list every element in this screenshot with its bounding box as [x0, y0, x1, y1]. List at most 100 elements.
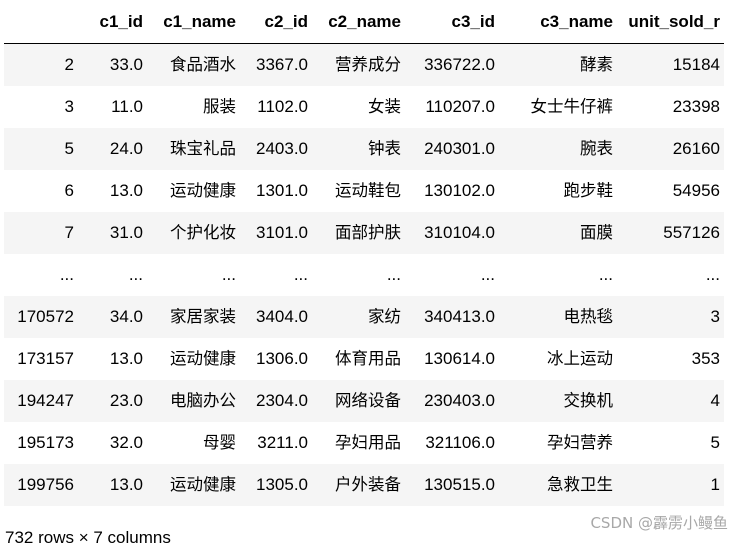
table-cell: 电脑办公 — [170, 391, 236, 410]
table-cell: 340413.0 — [424, 307, 495, 326]
table-cell: 运动鞋包 — [335, 181, 401, 200]
table-cell: 孕妇用品 — [335, 433, 401, 452]
table-cell: 营养成分 — [335, 55, 401, 74]
table-cell: 1 — [710, 475, 720, 494]
table-cell: 体育用品 — [335, 349, 401, 368]
table-cell: 4 — [710, 391, 720, 410]
table-cell: 130102.0 — [424, 181, 495, 200]
table-cell: ... — [293, 265, 308, 284]
table-cell: 353 — [691, 349, 720, 368]
index-header — [4, 1, 78, 44]
table-cell: 34.0 — [109, 307, 143, 326]
table-cell: 面膜 — [580, 223, 613, 242]
header-row: c1_id c1_name c2_id c2_name c3_id c3_name unit… — [4, 1, 724, 44]
row-index-cell: 173157 — [17, 349, 74, 368]
table-cell: ... — [705, 265, 720, 284]
table-cell: 321106.0 — [425, 433, 495, 452]
table-cell: 130515.0 — [424, 475, 495, 494]
table-cell: 557126 — [663, 223, 720, 242]
table-cell: 个护化妆 — [170, 223, 236, 242]
table-cell: 54956 — [672, 181, 720, 200]
row-index-cell: 199756 — [17, 475, 74, 494]
table-cell: 336722.0 — [424, 55, 495, 74]
table-cell: 面部护肤 — [335, 223, 401, 242]
table-row: 199756 13.0 运动健康 1305.0 户外装备 130515.0 急救卫生 1 — [4, 464, 724, 506]
table-cell: 腕表 — [580, 139, 613, 158]
table-cell: 1306.0 — [256, 349, 308, 368]
table-cell: 33.0 — [109, 55, 143, 74]
row-index-cell: 7 — [64, 223, 74, 242]
table-cell: 3101.0 — [256, 223, 308, 242]
dataframe-table: c1_id c1_name c2_id c2_name c3_id c3_name unit… — [4, 1, 724, 506]
table-cell: 运动健康 — [170, 181, 236, 200]
column-header-c2-id: c2_id — [240, 1, 312, 44]
row-index-cell: 194247 — [17, 391, 74, 410]
table-cell: 23398 — [672, 97, 720, 116]
table-cell: 跑步鞋 — [563, 181, 614, 200]
table-cell: 130614.0 — [424, 349, 495, 368]
table-cell: ... — [221, 265, 236, 284]
table-row: 5 24.0 珠宝礼品 2403.0 钟表 240301.0 腕表 26160 — [4, 128, 724, 170]
table-cell: 3211.0 — [257, 433, 308, 452]
table-cell: 3367.0 — [256, 55, 308, 74]
table-cell: 240301.0 — [424, 139, 495, 158]
table-cell: 23.0 — [109, 391, 143, 410]
table-cell: ... — [480, 265, 495, 284]
table-cell: 急救卫生 — [547, 475, 613, 494]
row-index-cell: 195173 — [17, 433, 74, 452]
column-header-c3-name: c3_name — [499, 1, 617, 44]
table-cell: 家纺 — [368, 307, 401, 326]
table-cell: 13.0 — [109, 475, 143, 494]
table-cell: 网络设备 — [335, 391, 401, 410]
watermark: CSDN @霹雳小鳗鱼 — [590, 514, 728, 532]
table-row: 194247 23.0 电脑办公 2304.0 网络设备 230403.0 交换机 4 — [4, 380, 724, 422]
table-row: ........................ — [4, 254, 724, 296]
table-cell: 钟表 — [368, 139, 401, 158]
table-cell: 1301.0 — [256, 181, 308, 200]
table-row: 3 11.0 服装 1102.0 女装 110207.0 女士牛仔裤 23398 — [4, 86, 724, 128]
table-cell: 交换机 — [563, 391, 614, 410]
table-cell: ... — [598, 265, 613, 284]
table-cell: 户外装备 — [335, 475, 401, 494]
table-cell: 服装 — [203, 97, 236, 116]
row-index-cell: 170572 — [17, 307, 74, 326]
row-count-caption: 732 rows × 7 columns — [5, 528, 171, 547]
table-row: 195173 32.0 母婴 3211.0 孕妇用品 321106.0 孕妇营养 5 — [4, 422, 724, 464]
table-cell: 运动健康 — [170, 349, 236, 368]
table-cell: 13.0 — [109, 349, 143, 368]
table-cell: 13.0 — [109, 181, 143, 200]
table-cell: 11.0 — [111, 97, 143, 116]
table-cell: ... — [386, 265, 401, 284]
table-cell: 24.0 — [109, 139, 143, 158]
table-cell: 110207.0 — [425, 97, 495, 116]
table-row: 173157 13.0 运动健康 1306.0 体育用品 130614.0 冰上运动 353 — [4, 338, 724, 380]
table-cell: 32.0 — [109, 433, 143, 452]
column-header-c3-id: c3_id — [405, 1, 499, 44]
table-cell: 230403.0 — [424, 391, 495, 410]
table-cell: 女士牛仔裤 — [530, 97, 614, 116]
table-cell: 3404.0 — [256, 307, 308, 326]
table-cell: ... — [128, 265, 143, 284]
table-row: 2 33.0 食品酒水 3367.0 营养成分 336722.0 酵素 15184 — [4, 43, 724, 86]
table-cell: 31.0 — [109, 223, 143, 242]
table-row: 6 13.0 运动健康 1301.0 运动鞋包 130102.0 跑步鞋 54956 — [4, 170, 724, 212]
table-cell: 珠宝礼品 — [170, 139, 236, 158]
column-header-c1-id: c1_id — [78, 1, 147, 44]
column-header-c2-name: c2_name — [312, 1, 405, 44]
column-header-unit-sold-r: unit_sold_r — [617, 1, 724, 44]
table-cell: 3 — [710, 307, 720, 326]
table-cell: 2304.0 — [256, 391, 308, 410]
column-header-c1-name: c1_name — [147, 1, 240, 44]
table-cell: 电热毯 — [563, 307, 614, 326]
table-cell: 26160 — [672, 139, 720, 158]
row-index-cell: 2 — [64, 55, 74, 74]
row-index-cell: 6 — [64, 181, 74, 200]
table-cell: 2403.0 — [256, 139, 308, 158]
row-index-cell: 3 — [64, 97, 74, 116]
row-index-cell: ... — [59, 265, 74, 284]
row-index-cell: 5 — [64, 139, 74, 158]
table-cell: 女装 — [368, 97, 401, 116]
table-cell: 冰上运动 — [547, 349, 613, 368]
table-cell: 食品酒水 — [170, 55, 236, 74]
table-row: 7 31.0 个护化妆 3101.0 面部护肤 310104.0 面膜 557126 — [4, 212, 724, 254]
